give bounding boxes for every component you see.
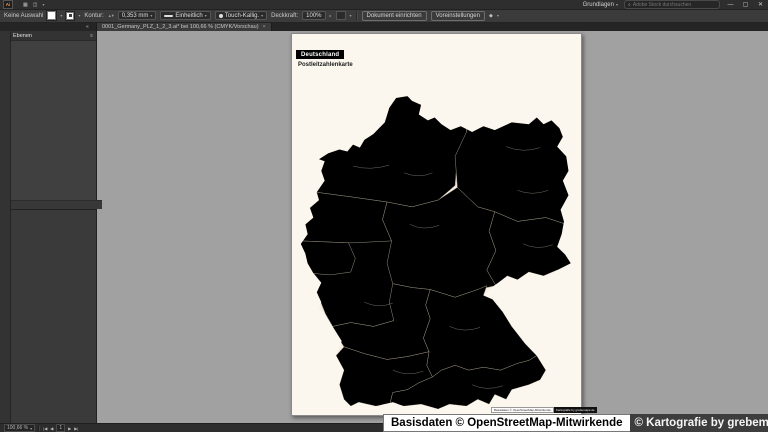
search-input[interactable]	[632, 1, 716, 8]
tab-close-icon[interactable]: ×	[263, 24, 266, 30]
graphic-style-swatch[interactable]	[335, 11, 346, 20]
width-profile-value: Einheitlich	[175, 12, 203, 19]
stroke-caret-icon[interactable]: ▾	[78, 13, 80, 18]
chevron-down-icon: ▾	[150, 13, 153, 18]
map-attribution-osm: Basisdaten © OpenStreetMap-Mitwirkende	[491, 407, 554, 413]
close-button[interactable]: ✕	[756, 1, 765, 8]
selection-status: Keine Auswahl	[4, 12, 44, 19]
preferences-button[interactable]: Voreinstellungen	[430, 10, 485, 21]
fill-swatch[interactable]	[47, 11, 57, 20]
artboard[interactable]: Deutschland Postleitzahlenkarte Basisdat…	[291, 33, 597, 416]
document-tab-title: 0001_Germany_PLZ_1_2_3.ai* bei 100,66 % …	[102, 23, 259, 30]
map-shapes	[300, 96, 571, 410]
chevron-down-icon: ▾	[615, 2, 618, 7]
germany-plz-map[interactable]	[292, 34, 581, 415]
map-attribution: Basisdaten © OpenStreetMap-Mitwirkende K…	[491, 407, 597, 413]
first-artboard-button[interactable]: |◀	[43, 426, 47, 431]
canvas-area[interactable]: Deutschland Postleitzahlenkarte Basisdat…	[96, 31, 768, 424]
collapse-panels-icon[interactable]: «	[86, 24, 89, 30]
last-artboard-button[interactable]: ▶|	[74, 426, 78, 431]
artboard-number-field[interactable]: 1	[56, 424, 66, 432]
stroke-weight-value: 0,353 mm	[121, 12, 149, 19]
layout-grid-icon[interactable]: ▦	[23, 2, 28, 8]
document-tab-bar: « 0001_Germany_PLZ_1_2_3.ai* bei 100,66 …	[0, 22, 768, 31]
control-bar: Keine Auswahl ▾ ▾ Kontur: ▲▼ 0,353 mm ▾ …	[0, 9, 768, 23]
panel-menu-icon[interactable]: ≡	[90, 33, 93, 39]
brush-value: Touch-Kallig.	[224, 12, 260, 19]
document-tab[interactable]: 0001_Germany_PLZ_1_2_3.ai* bei 100,66 % …	[96, 22, 272, 31]
lake-constance	[392, 403, 405, 407]
workspace-label: Grundlagen	[582, 1, 614, 8]
arrange-documents-caret-icon[interactable]: ▾	[42, 2, 44, 7]
app-logo[interactable]: Ai	[3, 0, 13, 9]
attribution-banner: Basisdaten © OpenStreetMap-Mitwirkende ©…	[383, 414, 768, 432]
layers-panel: Ebenen ≡	[10, 31, 102, 210]
layers-panel-footer	[10, 200, 102, 209]
prev-artboard-button[interactable]: ◀	[50, 426, 53, 431]
workspace-switcher[interactable]: Grundlagen ▾	[583, 2, 618, 8]
map-subtitle: Postleitzahlenkarte	[298, 62, 353, 68]
chevron-down-icon: ▾	[204, 13, 207, 18]
menubar-right-cluster: Grundlagen ▾ ⌕ — ▢ ✕	[583, 0, 765, 9]
document-setup-button[interactable]: Dokument einrichten	[361, 10, 427, 21]
zoom-level-field[interactable]: 100,66 % ▾	[4, 424, 36, 432]
opacity-value: 100%	[306, 12, 322, 19]
left-dock: Ebenen ≡	[10, 31, 102, 424]
arrange-documents-icon[interactable]: ◫	[33, 2, 38, 8]
next-artboard-button[interactable]: ▶	[68, 426, 71, 431]
artboard-number: 1	[59, 425, 63, 431]
tools-panel	[0, 31, 11, 424]
menu-bar: Ai ▦ ◫ ▾ Grundlagen ▾ ⌕ — ▢ ✕	[0, 0, 768, 10]
snap-caret-icon[interactable]: ▾	[497, 13, 499, 18]
width-profile-icon	[164, 14, 174, 17]
zone-2	[300, 96, 466, 207]
stroke-stepper-icon[interactable]: ▲▼	[108, 13, 115, 18]
plz-zones	[300, 96, 571, 410]
layers-panel-header: Ebenen ≡	[10, 31, 96, 41]
minimize-button[interactable]: —	[726, 2, 735, 8]
map-attribution-grebemaps: Kartografie by grebemaps.de	[553, 407, 597, 413]
opacity-field[interactable]: 100%	[302, 11, 326, 20]
divider	[355, 11, 358, 20]
search-icon: ⌕	[628, 1, 631, 8]
restore-button[interactable]: ▢	[741, 1, 750, 8]
divider	[38, 425, 41, 431]
chevron-down-icon: ▾	[261, 13, 264, 18]
attribution-osm: Basisdaten © OpenStreetMap-Mitwirkende	[383, 414, 630, 432]
brush-icon	[218, 13, 223, 18]
stroke-swatch[interactable]	[66, 11, 75, 20]
brush-dropdown[interactable]: Touch-Kallig. ▾	[214, 11, 268, 20]
chevron-down-icon: ▾	[30, 425, 33, 431]
zoom-level-value: 100,66 %	[7, 425, 29, 431]
snap-options-icon[interactable]: ◆	[489, 13, 493, 19]
fill-caret-icon[interactable]: ▾	[60, 13, 62, 18]
opacity-panel-icon[interactable]: ▸	[330, 13, 332, 18]
stroke-weight-field[interactable]: 0,353 mm ▾	[117, 11, 157, 20]
width-profile-dropdown[interactable]: Einheitlich ▾	[160, 11, 211, 20]
opacity-label: Deckkraft:	[271, 12, 299, 19]
stroke-weight-label: Kontur:	[84, 12, 104, 19]
zone-0	[487, 212, 571, 288]
stock-search-box: ⌕	[624, 0, 720, 9]
zone-4-ruhr	[300, 241, 355, 275]
map-title: Deutschland	[296, 50, 345, 59]
attribution-grebemaps: © Kartografie by grebemaps.de	[629, 414, 768, 432]
style-caret-icon[interactable]: ▾	[350, 13, 352, 18]
tab-layers[interactable]: Ebenen	[13, 33, 32, 39]
